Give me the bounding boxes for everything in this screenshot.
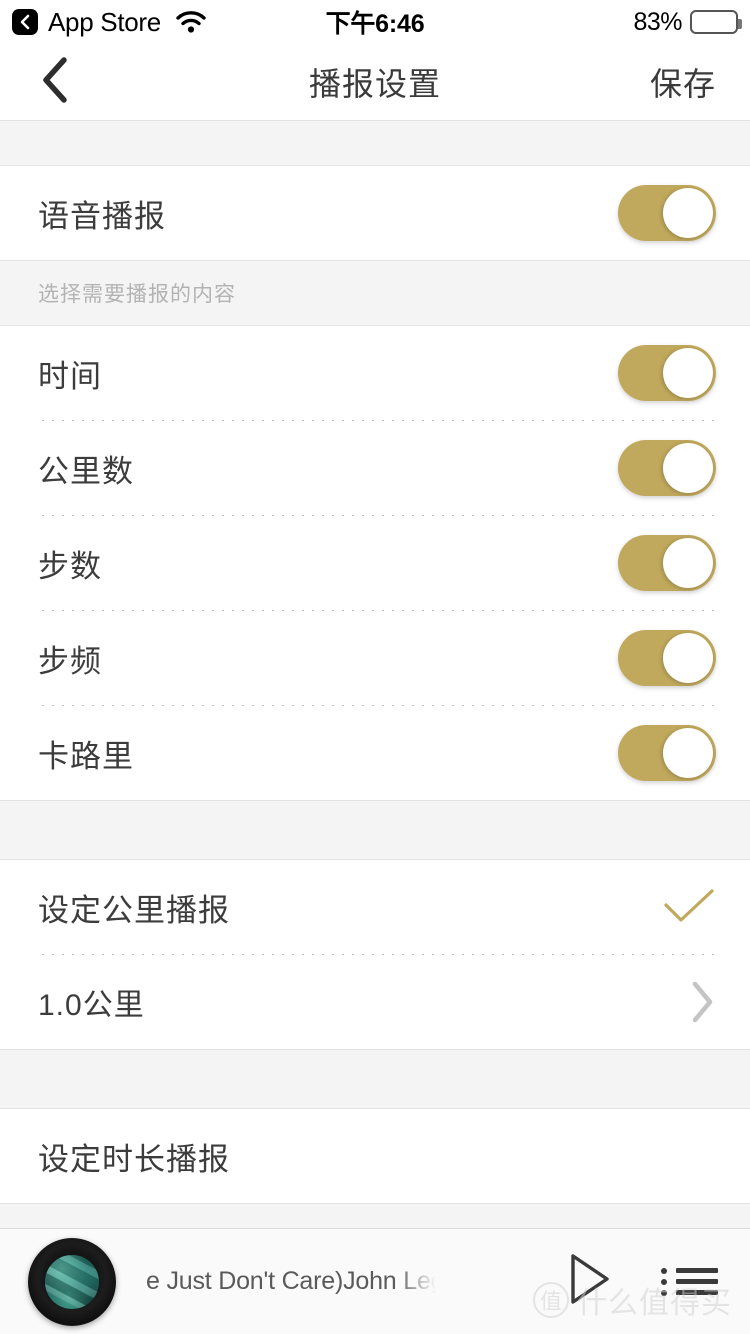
toggle-calories[interactable] [618,725,716,781]
app-screen: App Store 下午6:46 83% 播报设置 保存 语音播报 选择需要播报… [0,0,750,1334]
row-label: 语音播报 [38,198,166,234]
row-label: 步数 [38,548,102,584]
row-label: 设定时长播报 [38,1141,230,1177]
voice-broadcast-section: 语音播报 [0,166,750,260]
checkmark-icon[interactable] [662,887,716,927]
row-label: 时间 [38,358,102,394]
play-icon [567,1252,613,1311]
row-distance-value[interactable]: 1.0公里 [0,955,750,1049]
nav-back-button[interactable] [0,44,110,120]
row-label: 步频 [38,643,102,679]
row-set-distance-broadcast[interactable]: 设定公里播报 [0,860,750,954]
chevron-left-badge-icon[interactable] [12,9,38,35]
toggle-steps[interactable] [618,535,716,591]
playlist-icon [661,1263,718,1301]
row-label: 设定公里播报 [38,892,230,928]
save-button[interactable]: 保存 [650,59,750,105]
row-label: 卡路里 [38,738,134,774]
content-section-header: 选择需要播报的内容 [0,260,750,326]
toggle-cadence[interactable] [618,630,716,686]
section-spacer-middle [0,800,750,860]
row-steps[interactable]: 步数 [0,516,750,610]
music-player-bar: e Just Don't Care)John Legend – P.D.A. ( [0,1228,750,1334]
row-set-duration-broadcast[interactable]: 设定时长播报 [0,1109,750,1203]
row-time[interactable]: 时间 [0,326,750,420]
chevron-left-icon [38,56,72,109]
row-label: 公里数 [38,453,134,489]
battery-icon [690,10,742,34]
vinyl-record-album-art[interactable] [28,1237,116,1326]
status-bar-battery-area: 83% [633,8,750,37]
row-calories[interactable]: 卡路里 [0,706,750,800]
toggle-voice-broadcast[interactable] [618,185,716,241]
row-label: 1.0公里 [38,989,145,1022]
row-voice-broadcast[interactable]: 语音播报 [0,166,750,260]
nav-bar: 播报设置 保存 [0,44,750,120]
music-track-title: e Just Don't Care)John Legend – P.D.A. ( [146,1267,436,1295]
content-section: 时间 公里数 步数 步频 卡路里 [0,326,750,800]
chevron-right-icon[interactable] [690,980,716,1024]
duration-broadcast-section: 设定时长播报 [0,1109,750,1203]
status-bar: App Store 下午6:46 83% [0,0,750,44]
battery-percentage: 83% [633,7,682,36]
toggle-distance[interactable] [618,440,716,496]
row-distance[interactable]: 公里数 [0,421,750,515]
status-bar-return-to-app[interactable]: App Store [0,7,207,38]
page-title: 播报设置 [308,66,441,102]
section-spacer-top [0,120,750,166]
playlist-button[interactable] [645,1263,728,1301]
status-bar-app-name[interactable]: App Store [48,7,161,38]
wifi-icon [175,10,207,34]
content-section-header-label: 选择需要播报的内容 [38,283,236,306]
toggle-time[interactable] [618,345,716,401]
row-cadence[interactable]: 步频 [0,611,750,705]
section-spacer-lower [0,1049,750,1109]
distance-broadcast-section: 设定公里播报 1.0公里 [0,860,750,1049]
play-button[interactable] [535,1252,645,1311]
